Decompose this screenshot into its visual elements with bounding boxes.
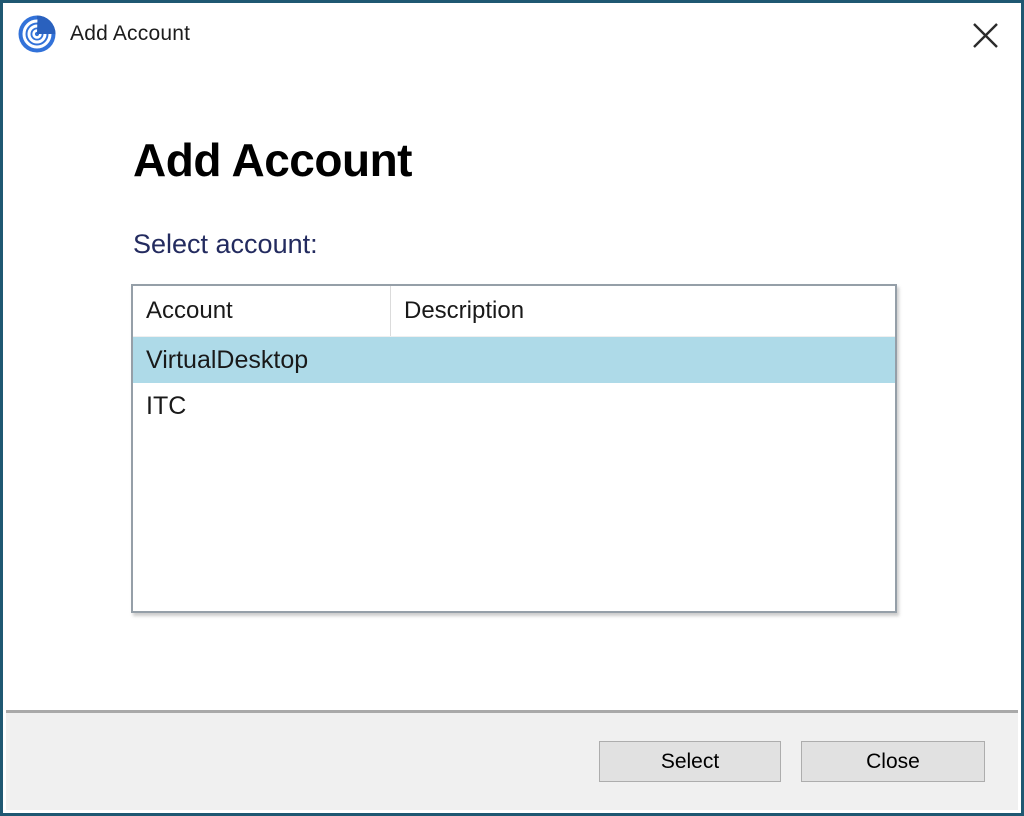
window-title: Add Account: [70, 22, 191, 45]
column-header-account[interactable]: Account: [133, 286, 391, 336]
page-title: Add Account: [133, 134, 413, 186]
accounts-table: Account Description VirtualDesktop ITC: [131, 284, 897, 613]
footer: Select Close: [6, 710, 1018, 810]
select-button[interactable]: Select: [599, 741, 781, 782]
close-button[interactable]: Close: [801, 741, 985, 782]
select-account-label: Select account:: [133, 229, 318, 259]
account-cell: ITC: [146, 391, 187, 420]
account-cell: VirtualDesktop: [146, 345, 309, 374]
close-x-glyph: [972, 22, 998, 48]
table-row-virtualdesktop[interactable]: VirtualDesktop: [133, 337, 895, 383]
table-row-itc[interactable]: ITC: [133, 383, 895, 429]
add-account-dialog: Add Account Add Account Select account: …: [0, 0, 1024, 816]
column-header-description[interactable]: Description: [391, 286, 895, 336]
table-header: Account Description: [133, 286, 895, 337]
close-icon[interactable]: [965, 15, 1005, 55]
titlebar: Add Account: [3, 3, 1021, 65]
app-icon: [18, 15, 56, 53]
